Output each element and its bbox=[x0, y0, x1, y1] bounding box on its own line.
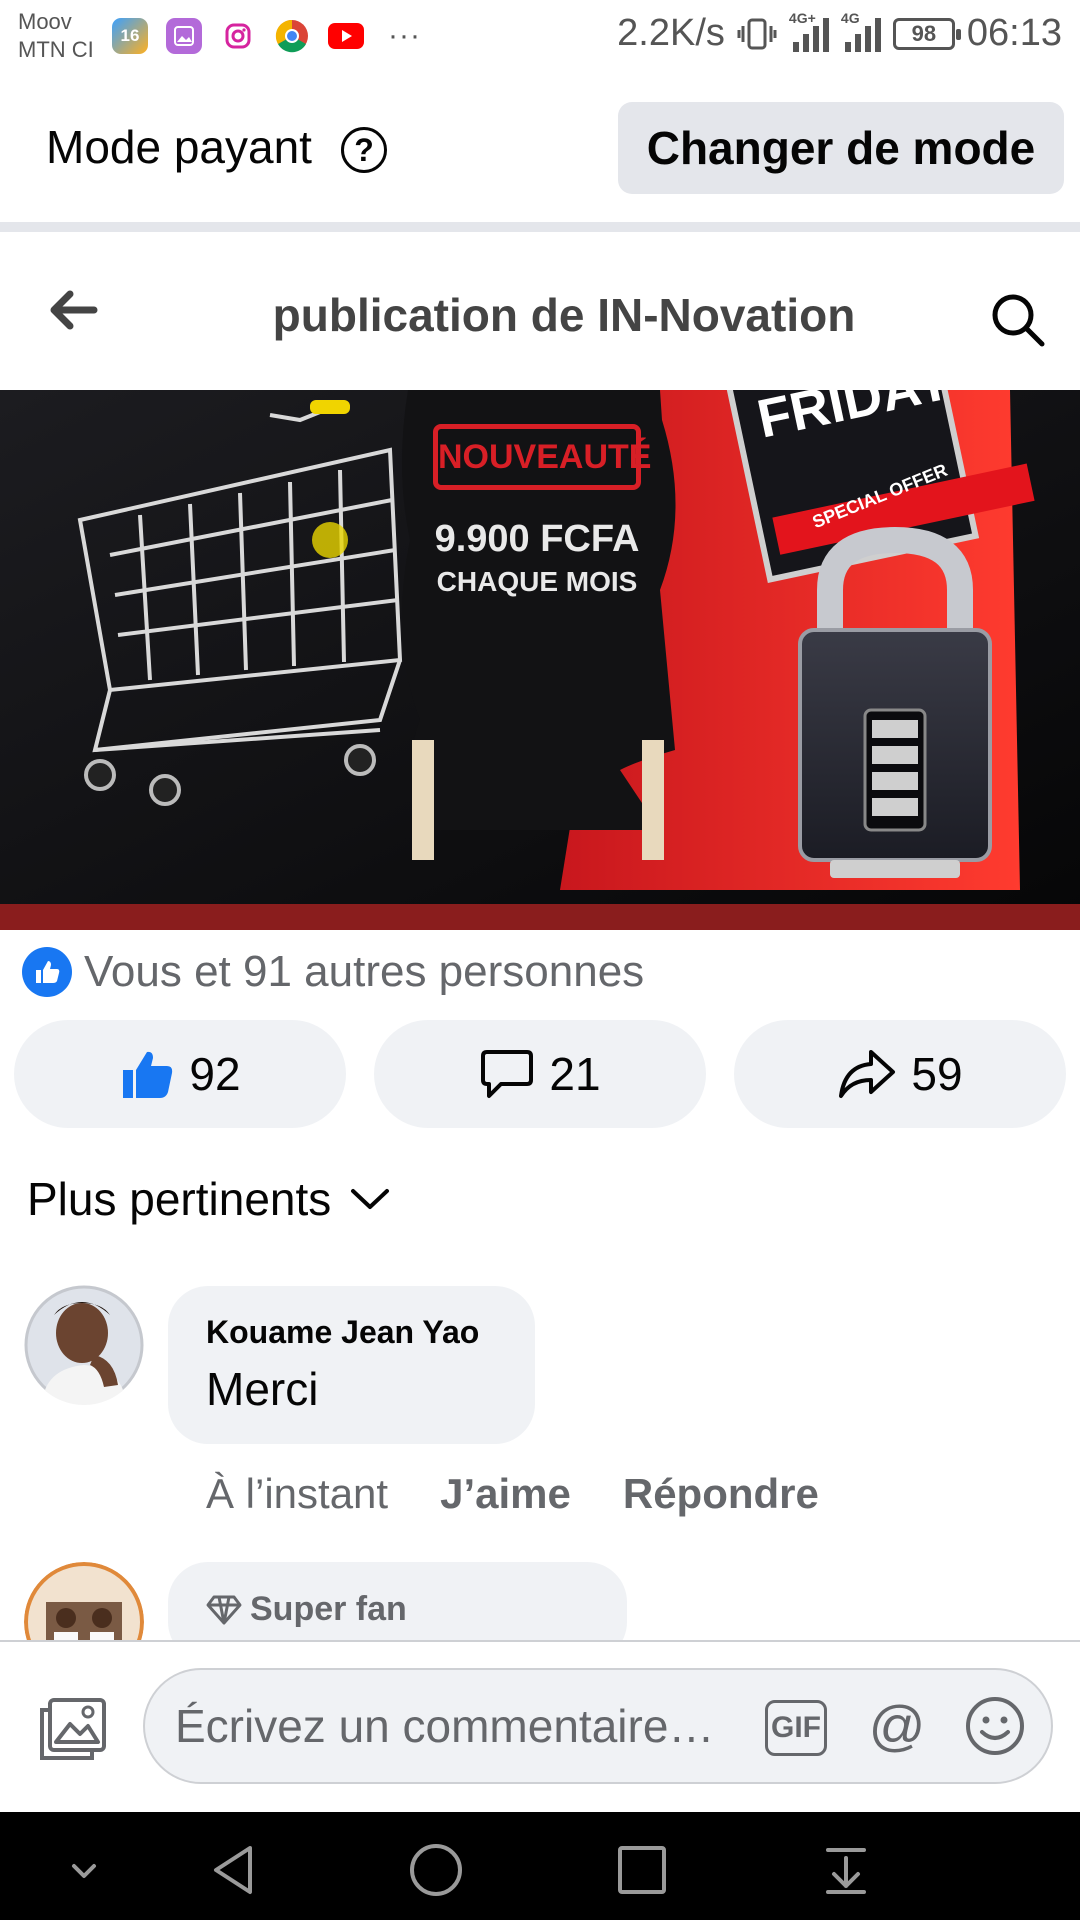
comment-reply-button[interactable]: Répondre bbox=[623, 1470, 819, 1518]
mode-label: Mode payant bbox=[46, 121, 312, 173]
emoji-button[interactable] bbox=[963, 1694, 1027, 1758]
comment-count: 21 bbox=[549, 1048, 601, 1100]
share-icon bbox=[839, 1050, 896, 1098]
chrome-icon bbox=[274, 18, 310, 54]
clock: 06:13 bbox=[966, 12, 1062, 54]
image-badge-nouveaute: NOUVEAUTÉ bbox=[433, 424, 651, 490]
mention-button[interactable]: @ bbox=[865, 1694, 929, 1758]
comment-actions: À l’instant J’aime Répondre bbox=[206, 1470, 819, 1518]
comment-author-avatar[interactable] bbox=[24, 1285, 144, 1405]
diamond-icon bbox=[206, 1595, 242, 1624]
attach-photo-button[interactable] bbox=[36, 1696, 108, 1764]
signal-4g-plus-icon: 4G+ bbox=[789, 10, 829, 52]
system-navigation-bar bbox=[0, 1812, 1080, 1920]
comment-timestamp: À l’instant bbox=[206, 1470, 389, 1517]
pull-down-icon bbox=[826, 1848, 866, 1894]
post-header: publication de IN-Novation bbox=[0, 232, 1080, 390]
gallery-icon bbox=[166, 18, 202, 54]
divider bbox=[0, 222, 1080, 232]
arrow-left-icon bbox=[50, 290, 98, 330]
comment-text: Merci bbox=[206, 1363, 319, 1415]
carrier-names: Moov MTN CI bbox=[18, 8, 94, 64]
like-count-button[interactable]: 92 bbox=[14, 1020, 346, 1128]
carrier-1: Moov bbox=[18, 9, 72, 34]
chevron-down-icon bbox=[72, 1864, 96, 1878]
triangle-back-icon bbox=[214, 1846, 252, 1894]
change-mode-button[interactable]: Changer de mode bbox=[618, 102, 1064, 194]
back-button[interactable] bbox=[44, 282, 100, 338]
sort-label: Plus pertinents bbox=[27, 1173, 332, 1225]
post-image[interactable]: NOUVEAUTÉ 9.900 FCFA CHAQUE MOIS FRIDAY … bbox=[0, 390, 1080, 930]
comment-count-button[interactable]: 21 bbox=[374, 1020, 706, 1128]
more-notifications: ··· bbox=[388, 19, 421, 52]
emoji-icon bbox=[966, 1697, 1024, 1755]
square-recents-icon bbox=[618, 1846, 666, 1894]
nav-back-button[interactable] bbox=[206, 1842, 262, 1898]
battery-level: 98 bbox=[911, 20, 937, 46]
super-fan-label: Super fan bbox=[250, 1590, 407, 1628]
share-count: 59 bbox=[911, 1048, 963, 1100]
nav-home-button[interactable] bbox=[408, 1842, 464, 1898]
nav-notifications-button[interactable] bbox=[818, 1842, 874, 1898]
nav-hide-button[interactable] bbox=[56, 1842, 112, 1898]
instagram-icon bbox=[220, 18, 256, 54]
battery-icon: 98 bbox=[892, 17, 961, 50]
help-icon[interactable]: ? bbox=[341, 127, 387, 173]
image-bottom-strip bbox=[0, 904, 1080, 930]
image-price: 9.900 FCFA bbox=[434, 518, 640, 560]
comment-field: GIF @ bbox=[143, 1668, 1053, 1784]
comment-composer: GIF @ bbox=[0, 1640, 1080, 1812]
super-fan-badge: Super fan bbox=[206, 1590, 407, 1629]
share-count-button[interactable]: 59 bbox=[734, 1020, 1066, 1128]
nav-recents-button[interactable] bbox=[614, 1842, 670, 1898]
page-title: publication de IN-Novation bbox=[272, 289, 856, 341]
network-speed: 2.2K/s bbox=[617, 12, 725, 54]
signal-4g-icon: 4G bbox=[841, 10, 881, 52]
reactions-summary-text: Vous et 91 autres personnes bbox=[84, 947, 645, 996]
comment-input[interactable] bbox=[175, 1670, 735, 1782]
like-count: 92 bbox=[189, 1048, 241, 1100]
search-icon bbox=[992, 294, 1045, 347]
circle-home-icon bbox=[410, 1844, 462, 1896]
reactions-summary[interactable]: Vous et 91 autres personnes bbox=[22, 944, 644, 1000]
photo-icon bbox=[40, 1698, 106, 1760]
comment-sort-dropdown[interactable]: Plus pertinents bbox=[27, 1172, 391, 1226]
vibrate-icon bbox=[737, 18, 777, 49]
calendar-16-icon: 16 bbox=[112, 18, 148, 54]
network-type-1: 4G+ bbox=[788, 9, 816, 26]
youtube-icon bbox=[328, 18, 364, 54]
status-right: 2.2K/s 4G+ 4G 98 06:13 bbox=[617, 10, 1062, 55]
status-bar: Moov MTN CI 16 ··· 2.2K/s 4G+ 4G 98 06:1… bbox=[0, 0, 1080, 76]
network-type-2: 4G bbox=[840, 9, 860, 26]
comment-author-name[interactable]: Kouame Jean Yao bbox=[206, 1314, 479, 1351]
like-reaction-icon bbox=[22, 947, 72, 997]
search-button[interactable] bbox=[988, 290, 1048, 350]
gif-button[interactable]: GIF bbox=[765, 1700, 827, 1756]
notification-icons: 16 ··· bbox=[112, 18, 421, 54]
comment-like-button[interactable]: J’aime bbox=[440, 1470, 571, 1518]
chevron-down-icon bbox=[351, 1189, 390, 1209]
image-period: CHAQUE MOIS bbox=[436, 566, 638, 597]
calendar-day: 16 bbox=[120, 26, 140, 45]
carrier-2: MTN CI bbox=[18, 37, 94, 62]
comment-icon bbox=[481, 1050, 534, 1098]
comment-bubble[interactable]: Kouame Jean Yao Merci bbox=[168, 1286, 535, 1444]
thumbs-up-icon bbox=[123, 1051, 173, 1098]
